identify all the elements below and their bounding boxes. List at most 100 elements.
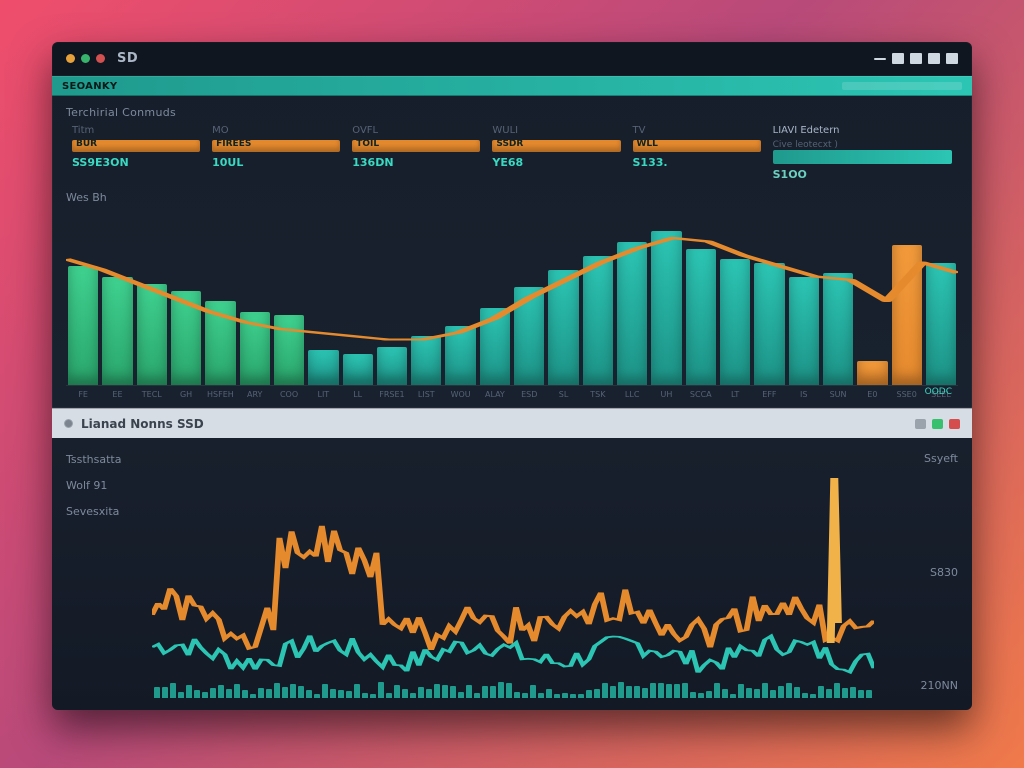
maximize-dot[interactable] (81, 54, 90, 63)
mini-bar (418, 687, 424, 698)
mini-bar (618, 682, 624, 698)
bar-14 (548, 270, 578, 386)
mini-bar (706, 691, 712, 699)
left-label-2: Sevesxita (66, 506, 138, 518)
live-label: LIAVI Edetern (773, 125, 952, 136)
square-icon-2[interactable] (928, 53, 940, 64)
sub-window-controls[interactable] (915, 419, 960, 429)
bar-series (66, 210, 958, 385)
mini-bar (634, 686, 640, 698)
restore-icon[interactable] (892, 53, 904, 64)
mini-bar (194, 690, 200, 698)
mini-bar (290, 684, 296, 698)
bar-1 (102, 277, 132, 386)
mini-bar (514, 692, 520, 698)
mini-bar (578, 694, 584, 698)
bar-10 (411, 336, 441, 385)
square-icon-3[interactable] (946, 53, 958, 64)
bar-16 (617, 242, 647, 386)
mini-bar (386, 693, 392, 698)
x-label-0: FE (68, 390, 98, 399)
minimize-dot[interactable] (66, 54, 75, 63)
x-label-12: ALAY (480, 390, 510, 399)
mini-bar (394, 685, 400, 698)
mini-bar (218, 685, 224, 698)
mini-bar (818, 686, 824, 698)
metric-label: OVFL (352, 125, 480, 136)
mini-bar (850, 687, 856, 698)
x-label-5: ARY (240, 390, 270, 399)
sub-window-title: Lianad Nonns SSD (81, 417, 204, 431)
x-label-11: WOU (445, 390, 475, 399)
metric-1: MOFIREES10UL (206, 125, 346, 181)
mini-bar (546, 689, 552, 698)
mini-bar (178, 692, 184, 698)
strip-label: SEOANKY (62, 81, 117, 92)
metric-3: WULISSDRYE68 (486, 125, 626, 181)
mini-bar (410, 693, 416, 698)
bar-18 (686, 249, 716, 386)
min-icon[interactable] (874, 58, 886, 60)
mini-bar (786, 683, 792, 698)
sub-window-titlebar[interactable]: Lianad Nonns SSD (52, 408, 972, 438)
metric-value: 136DN (352, 156, 480, 169)
line-chart-svg (152, 448, 874, 698)
mini-bar (274, 683, 280, 698)
mini-bar (794, 687, 800, 698)
mini-bar (474, 693, 480, 698)
x-label-14: SL (548, 390, 578, 399)
bar-5 (240, 312, 270, 386)
mini-bar (778, 686, 784, 698)
strip-accent (842, 82, 962, 90)
bar-12 (480, 308, 510, 385)
right-label-2: 210NN (888, 679, 958, 692)
metrics-title: Terchirial Conmuds (52, 96, 972, 125)
metric-label: MO (212, 125, 340, 136)
bar-20 (754, 263, 784, 386)
mini-bar (658, 683, 664, 698)
mini-bar (570, 694, 576, 698)
bar-21 (789, 277, 819, 386)
titlebar[interactable]: SD (52, 42, 972, 76)
mini-bar (154, 687, 160, 698)
mini-bar (354, 684, 360, 698)
mini-bar (690, 692, 696, 698)
mini-bar (466, 685, 472, 698)
x-label-15: TSK (583, 390, 613, 399)
ok-icon[interactable] (932, 419, 943, 429)
window-controls[interactable] (874, 53, 958, 64)
x-label-20: EFF (754, 390, 784, 399)
window-traffic-lights[interactable] (66, 54, 105, 63)
mini-bar (234, 684, 240, 698)
x-label-1: EE (102, 390, 132, 399)
mini-bar (586, 690, 592, 698)
metric-bar: WLL (633, 140, 761, 152)
x-label-22: SUN (823, 390, 853, 399)
mini-bar (258, 688, 264, 698)
mini-bar (482, 686, 488, 698)
mini-bar (402, 689, 408, 698)
mini-bar (434, 684, 440, 698)
x-label-19: LT (720, 390, 750, 399)
close-icon[interactable] (949, 419, 960, 429)
monitor-window: SD SEOANKY Terchirial Conmuds TitmBURSS9… (52, 42, 972, 710)
metric-value: 10UL (212, 156, 340, 169)
mini-bar (522, 693, 528, 698)
chart-title: Wes Bh (66, 191, 958, 204)
metric-bar: BUR (72, 140, 200, 152)
x-label-16: LLC (617, 390, 647, 399)
mini-bar (810, 694, 816, 698)
left-label-0: Tssthsatta (66, 454, 138, 466)
record-dot-icon[interactable] (64, 419, 73, 428)
metric-label: Titm (72, 125, 200, 136)
mini-bar (242, 690, 248, 698)
bar-24 (892, 245, 922, 385)
close-dot[interactable] (96, 54, 105, 63)
square-icon[interactable] (910, 53, 922, 64)
min-icon[interactable] (915, 419, 926, 429)
metrics-panel: Terchirial Conmuds TitmBURSS9E3ONMOFIREE… (52, 96, 972, 408)
mini-bar (210, 688, 216, 698)
mini-bar (458, 692, 464, 698)
bar-3 (171, 291, 201, 386)
mini-bar (322, 684, 328, 698)
